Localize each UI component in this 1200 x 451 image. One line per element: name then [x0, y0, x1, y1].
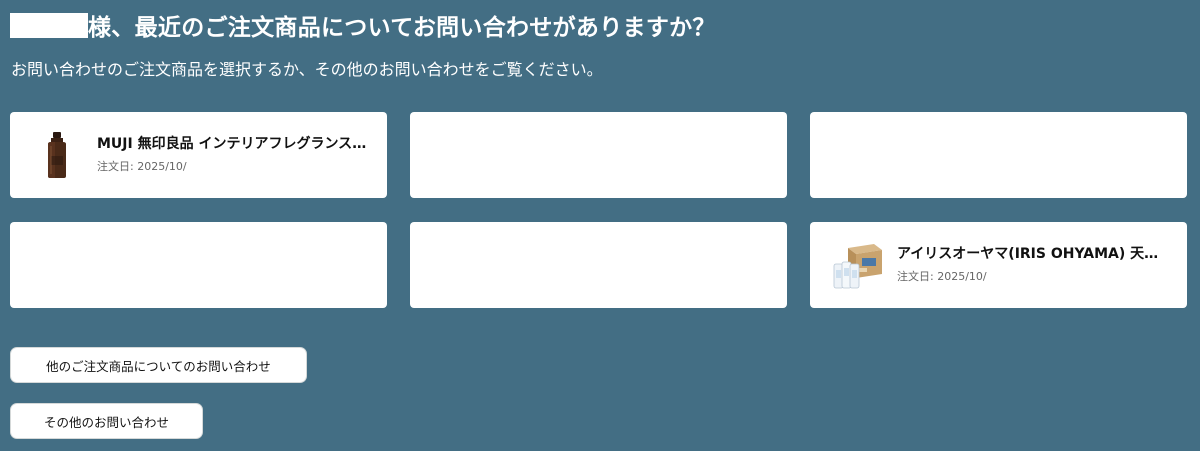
- redacted-username: [10, 12, 88, 38]
- order-card-empty-5[interactable]: [410, 222, 787, 308]
- order-card-title: MUJI 無印良品 インテリアフレグランスオイル: [97, 136, 367, 152]
- order-card-empty-4[interactable]: [10, 222, 387, 308]
- order-card-date: 注文日: 2025/10/: [97, 160, 187, 173]
- heading-text: 様、最近のご注文商品についてお問い合わせがありますか？: [88, 15, 716, 41]
- water-box-icon: [832, 240, 882, 290]
- other-inquiries-button[interactable]: その他のお問い合わせ: [10, 403, 203, 439]
- order-card-muji[interactable]: MUJI 無印良品 インテリアフレグランスオイル 注文日: 2025/10/: [10, 112, 387, 198]
- page-heading: 様、最近のご注文商品についてお問い合わせがありますか？: [10, 8, 716, 42]
- order-card-empty-2[interactable]: [410, 112, 787, 198]
- fragrance-bottle-icon: [32, 130, 82, 180]
- page-subtitle: お問い合わせのご注文商品を選択するか、その他のお問い合わせをご覧ください。: [11, 60, 603, 79]
- order-card-date: 注文日: 2025/10/: [897, 270, 987, 283]
- order-card-title: アイリスオーヤマ(IRIS OHYAMA) 天然水: [897, 246, 1167, 262]
- order-card-empty-3[interactable]: [810, 112, 1187, 198]
- other-orders-inquiry-button[interactable]: 他のご注文商品についてのお問い合わせ: [10, 347, 307, 383]
- order-card-iris-ohyama[interactable]: アイリスオーヤマ(IRIS OHYAMA) 天然水 注文日: 2025/10/: [810, 222, 1187, 308]
